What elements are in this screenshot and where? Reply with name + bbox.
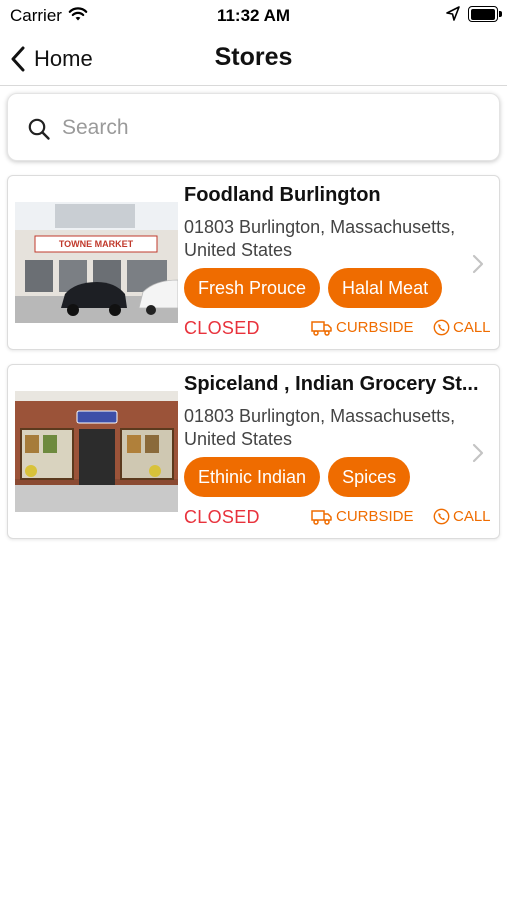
search-icon (28, 118, 50, 140)
store-photo: TOWNE MARKET (15, 202, 178, 323)
tag-ethnic-indian[interactable]: Ethinic Indian (184, 457, 321, 497)
tag-fresh-produce[interactable]: Fresh Prouce (184, 268, 321, 308)
store-photo (15, 391, 178, 512)
curbside-button[interactable]: CURBSIDE (311, 508, 414, 525)
store-sign-text: TOWNE MARKET (59, 239, 134, 249)
search-bar (7, 93, 500, 161)
curbside-button[interactable]: CURBSIDE (311, 319, 414, 336)
tag-spices[interactable]: Spices (328, 457, 411, 497)
tag-halal-meat[interactable]: Halal Meat (328, 268, 443, 308)
curbside-truck-icon (311, 320, 332, 336)
store-tags: Ethinic Indian Spices (184, 457, 411, 497)
store-card[interactable]: Spiceland , Indian Grocery St... 01803 B… (7, 364, 500, 539)
chevron-right-icon (472, 254, 484, 274)
call-button[interactable]: CALL (433, 319, 491, 336)
status-badge: CLOSED (184, 507, 260, 527)
location-arrow-icon (446, 6, 460, 21)
status-time: 11:32 AM (216, 6, 291, 25)
store-tags: Fresh Prouce Halal Meat (184, 268, 443, 308)
page-title: Stores (214, 43, 293, 71)
store-name: Foodland Burlington (184, 184, 381, 206)
chevron-right-icon (472, 443, 484, 463)
phone-icon (433, 319, 450, 336)
call-label: CALL (453, 319, 491, 336)
phone-icon (433, 508, 450, 525)
store-name: Spiceland , Indian Grocery St... (184, 373, 479, 395)
battery-icon (468, 6, 502, 22)
status-bar: Carrier 11:32 AM (0, 0, 507, 32)
search-input[interactable] (62, 108, 482, 148)
curbside-label: CURBSIDE (336, 508, 414, 525)
curbside-truck-icon (311, 509, 332, 525)
store-address: 01803 Burlington, Massachusetts, United … (184, 406, 456, 449)
call-button[interactable]: CALL (433, 508, 491, 525)
store-card[interactable]: TOWNE MARKET Foodland Burlington 01803 B… (7, 175, 500, 350)
status-badge: CLOSED (184, 318, 260, 338)
curbside-label: CURBSIDE (336, 319, 414, 336)
store-address: 01803 Burlington, Massachusetts, United … (184, 217, 456, 260)
call-label: CALL (453, 508, 491, 525)
navigation-bar: Home Stores (0, 32, 507, 86)
